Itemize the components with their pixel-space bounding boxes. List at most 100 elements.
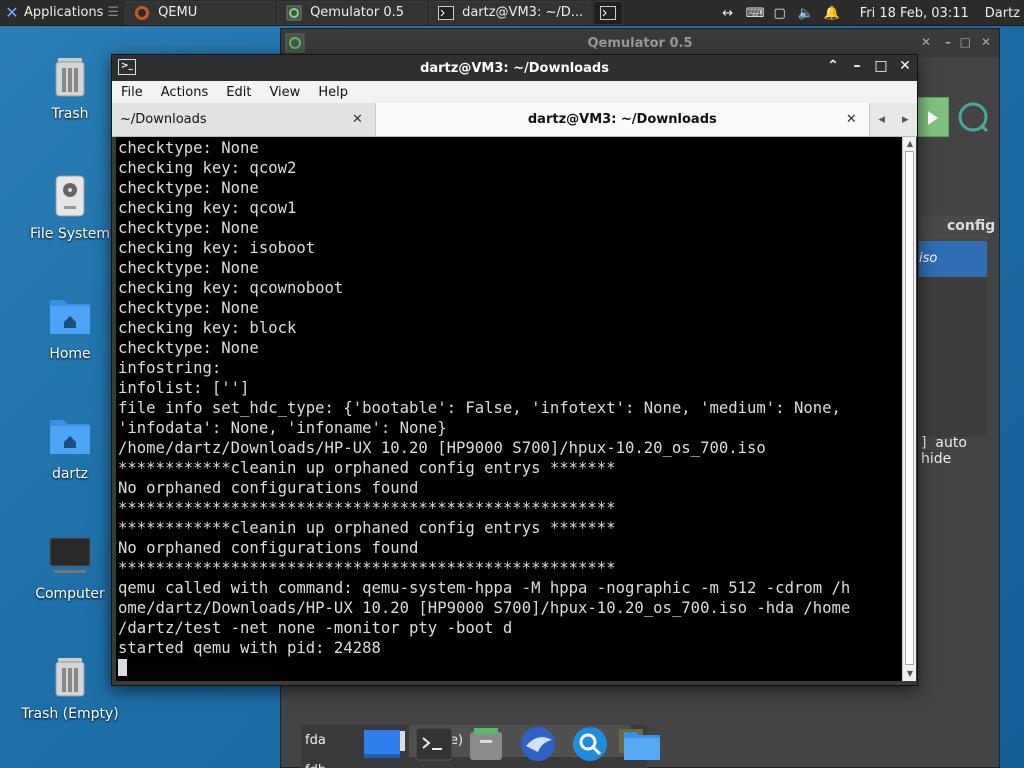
tab-scroll-left-icon[interactable]: ◂: [869, 103, 894, 136]
help-icon[interactable]: ✕: [921, 35, 931, 49]
terminal-line: checktype: None: [118, 139, 259, 157]
qemu-icon: [134, 5, 150, 21]
minimize-icon[interactable]: –: [945, 35, 951, 49]
network-icon[interactable]: ↔: [720, 6, 736, 21]
computer-icon: [46, 532, 94, 580]
terminal-icon: [438, 5, 455, 21]
auto-hide-label: auto hide: [921, 435, 967, 467]
desktop-icon-label: Trash (Empty): [21, 706, 119, 722]
tab-dartz-downloads[interactable]: dartz@VM3: ~/Downloads ✕: [375, 103, 870, 136]
terminal-line: /home/dartz/Downloads/HP-UX 10.20 [HP900…: [118, 439, 766, 457]
close-tab-icon[interactable]: ✕: [846, 112, 857, 127]
menu-view[interactable]: View: [260, 85, 309, 100]
trash-icon: [46, 52, 94, 100]
display-icon[interactable]: ▢: [772, 6, 788, 21]
show-desktop-icon[interactable]: [362, 724, 402, 764]
task-label: dartz@VM3: ~/D...: [462, 5, 584, 20]
qemulator-titlebar: Qemulator 0.5 ✕ – □ ✕: [281, 29, 999, 57]
fda-label: fda: [305, 733, 326, 748]
menu-actions[interactable]: Actions: [152, 85, 218, 100]
qemulator-logo-icon: [955, 97, 991, 137]
task-terminal-2[interactable]: [593, 0, 624, 25]
task-label: QEMU: [158, 5, 198, 20]
terminal-window: >_ dartz@VM3: ~/Downloads ⌃ – □ ✕ File A…: [111, 54, 918, 686]
qemulator-title: Qemulator 0.5: [587, 35, 693, 51]
task-label: Qemulator 0.5: [310, 5, 404, 20]
terminal-line: started qemu with pid: 24288: [118, 639, 381, 657]
notification-bell-icon[interactable]: 🔔: [824, 6, 840, 21]
keyboard-icon[interactable]: ⌨: [746, 6, 765, 21]
task-qemulator[interactable]: Qemulator 0.5: [277, 0, 428, 25]
maximize-icon[interactable]: □: [873, 58, 889, 76]
tab-label: ~/Downloads: [120, 112, 207, 127]
selected-config-row[interactable]: iso: [919, 241, 987, 277]
terminal-prompt-line[interactable]: [118, 658, 900, 678]
terminal-output[interactable]: checktype: None checking key: qcow2 checkt…: [116, 137, 902, 681]
terminal-line: checktype: None: [118, 339, 259, 357]
tab-downloads[interactable]: ~/Downloads ✕: [112, 103, 376, 136]
system-tray: ↔ ⌨ ▢ 🔈 🔔 Fri 18 Feb, 03:11 Dartz: [720, 0, 1024, 26]
close-icon[interactable]: ✕: [981, 35, 991, 49]
terminal-line: checking key: qcow1: [118, 199, 297, 217]
terminal-line: ****************************************…: [118, 499, 616, 517]
maximize-icon[interactable]: □: [960, 35, 971, 49]
auto-hide-option[interactable]: ] auto hide: [921, 435, 999, 467]
terminal-line: infostring:: [118, 359, 222, 377]
terminal-line: ome/dartz/Downloads/HP-UX 10.20 [HP9000 …: [118, 599, 851, 617]
qemulator-icon: [285, 33, 305, 53]
config-column-header[interactable]: config: [919, 215, 995, 239]
terminal-line: checking key: block: [118, 319, 297, 337]
folder-icon[interactable]: [622, 724, 662, 764]
applications-label: Applications: [24, 5, 104, 20]
user-menu[interactable]: Dartz: [985, 6, 1020, 21]
shade-icon[interactable]: ⌃: [825, 58, 841, 76]
terminal-title: dartz@VM3: ~/Downloads: [420, 60, 609, 76]
trash-icon: [46, 652, 94, 700]
home-folder-icon: [46, 412, 94, 460]
file-manager-icon[interactable]: [466, 724, 506, 764]
start-button[interactable]: [915, 97, 949, 137]
menu-help[interactable]: Help: [309, 85, 357, 100]
drive-icon: [46, 172, 94, 220]
terminal-line: /dartz/test -net none -monitor pty -boot…: [118, 619, 513, 637]
menu-edit[interactable]: Edit: [217, 85, 260, 100]
terminal-line: checking key: isoboot: [118, 239, 316, 257]
tab-scroll-right-icon[interactable]: ▸: [893, 103, 918, 136]
terminal-line: infolist: ['']: [118, 379, 250, 397]
terminal-line: checking key: qcownoboot: [118, 279, 344, 297]
separator-icon: ☰: [107, 5, 120, 20]
terminal-line: file info set_hdc_type: {'bootable': Fal…: [118, 399, 841, 417]
clock[interactable]: Fri 18 Feb, 03:11: [860, 6, 969, 21]
xfce-logo-icon: ✕: [5, 2, 19, 22]
menu-file[interactable]: File: [112, 85, 152, 100]
terminal-line: checktype: None: [118, 259, 259, 277]
terminal-line: ************cleanin up orphaned config e…: [118, 459, 616, 477]
terminal-line: No orphaned configurations found: [118, 479, 419, 497]
terminal-line: checking key: qcow2: [118, 159, 297, 177]
qemulator-icon: [286, 5, 302, 21]
terminal-tabbar: ~/Downloads ✕ dartz@VM3: ~/Downloads ✕ ◂…: [112, 103, 918, 137]
scroll-down-icon[interactable]: ▼: [903, 667, 917, 681]
scrollbar-thumb[interactable]: [905, 151, 914, 665]
tab-label: dartz@VM3: ~/Downloads: [527, 112, 717, 127]
terminal-scrollbar[interactable]: ▲ ▼: [902, 137, 916, 681]
minimize-icon[interactable]: –: [849, 58, 865, 76]
task-qemu[interactable]: QEMU: [125, 0, 276, 25]
terminal-icon[interactable]: [414, 724, 454, 764]
applications-menu[interactable]: ✕ Applications ☰: [0, 0, 123, 26]
volume-icon[interactable]: 🔈: [798, 6, 814, 21]
terminal-line: ****************************************…: [118, 559, 616, 577]
terminal-icon: [600, 5, 617, 21]
terminal-menubar: File Actions Edit View Help: [112, 81, 917, 103]
close-tab-icon[interactable]: ✕: [352, 112, 363, 127]
terminal-line: checktype: None: [118, 219, 259, 237]
scroll-up-icon[interactable]: ▲: [903, 137, 917, 151]
close-icon[interactable]: ✕: [897, 58, 913, 76]
terminal-line: No orphaned configurations found: [118, 539, 419, 557]
terminal-icon: >_: [118, 59, 136, 75]
top-panel: ✕ Applications ☰ QEMU Qemulator 0.5 dart…: [0, 0, 1024, 26]
terminal-line: checktype: None: [118, 179, 259, 197]
web-browser-icon[interactable]: [518, 724, 558, 764]
task-terminal[interactable]: dartz@VM3: ~/D...: [429, 0, 592, 25]
search-icon[interactable]: [570, 724, 610, 764]
